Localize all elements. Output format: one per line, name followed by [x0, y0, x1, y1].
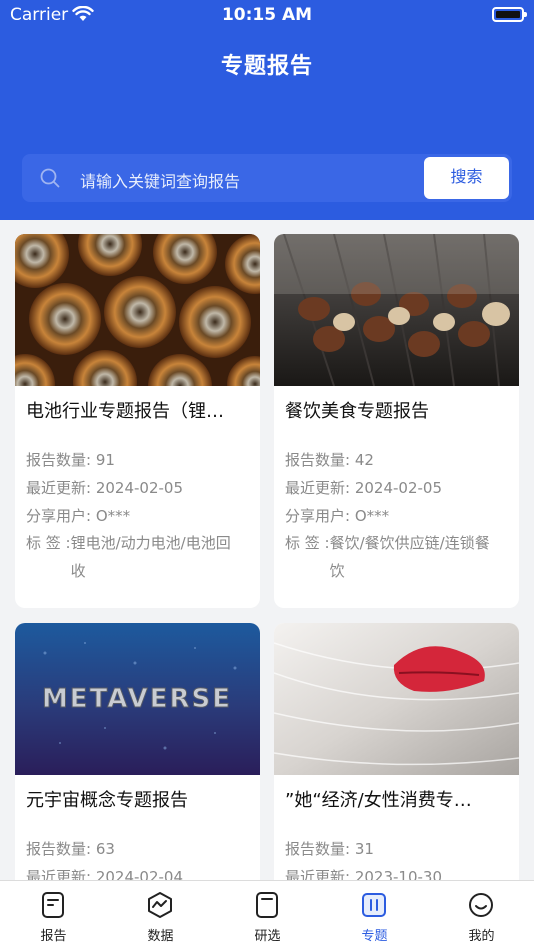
search-bar: 请输入关键词查询报告 搜索	[22, 154, 512, 202]
report-count: 报告数量: 31	[285, 840, 374, 858]
last-updated: 最近更新: 2024-02-05	[285, 479, 442, 497]
batteries-photo	[15, 234, 260, 386]
lips-photo	[274, 623, 519, 775]
topic-card[interactable]: METAVERSE 元宇宙概念专题报告 报告数量: 63 最近更新: 2024-…	[15, 623, 260, 880]
topic-grid: 电池行业专题报告（锂… 报告数量: 91 最近更新: 2024-02-05 分享…	[0, 220, 534, 880]
tags-label: 标 签 :	[26, 534, 71, 552]
header: Carrier 10:15 AM 专题报告 请输入关键词查询报告 搜索	[0, 0, 534, 220]
tab-topic[interactable]: 专题	[321, 881, 428, 950]
card-tags: 标 签 : 餐饮/餐饮供应链/连锁餐饮	[285, 529, 500, 585]
tab-report[interactable]: 报告	[0, 881, 107, 950]
topic-card[interactable]: ”她“经济/女性消费专… 报告数量: 31 最近更新: 2023-10-30	[274, 623, 519, 880]
card-title: 餐饮美食专题报告	[285, 401, 429, 422]
search-input[interactable]	[78, 154, 418, 202]
card-title: ”她“经济/女性消费专…	[285, 790, 472, 811]
clock: 10:15 AM	[221, 5, 313, 25]
skewers-photo	[274, 234, 519, 386]
profile-icon	[469, 893, 493, 917]
report-icon	[42, 892, 64, 918]
last-updated: 最近更新: 2024-02-04	[26, 868, 183, 880]
metaverse-image: METAVERSE	[15, 623, 260, 775]
share-user: 分享用户: O***	[26, 507, 131, 525]
tags-value: 锂电池/动力电池/电池回收	[70, 534, 231, 580]
search-button[interactable]: 搜索	[424, 157, 509, 199]
tab-label: 报告	[40, 929, 67, 944]
tab-label: 研选	[254, 929, 281, 944]
status-bar: Carrier 10:15 AM	[0, 0, 534, 32]
last-updated: 最近更新: 2023-10-30	[285, 868, 442, 880]
tab-bar: 报告 数据 研选 专题 我的	[0, 880, 534, 950]
data-icon	[148, 892, 172, 918]
topic-icon	[362, 893, 386, 917]
battery-icon	[492, 7, 527, 22]
tab-data[interactable]: 数据	[107, 881, 214, 950]
card-title: 元宇宙概念专题报告	[26, 790, 188, 811]
tab-label: 数据	[147, 929, 174, 944]
topic-card[interactable]: 餐饮美食专题报告 报告数量: 42 最近更新: 2024-02-05 分享用户:…	[274, 234, 519, 608]
report-count: 报告数量: 42	[285, 451, 374, 469]
report-count: 报告数量: 63	[26, 840, 115, 858]
search-icon	[40, 168, 60, 188]
last-updated: 最近更新: 2024-02-05	[26, 479, 183, 497]
tab-profile[interactable]: 我的	[428, 881, 534, 950]
tab-label: 专题	[361, 929, 388, 944]
card-tags: 标 签 : 锂电池/动力电池/电池回收	[26, 529, 241, 585]
tags-value: 餐饮/餐饮供应链/连锁餐饮	[329, 534, 490, 580]
tags-label: 标 签 :	[285, 534, 330, 552]
topic-card[interactable]: 电池行业专题报告（锂… 报告数量: 91 最近更新: 2024-02-05 分享…	[15, 234, 260, 608]
page-title: 专题报告	[220, 54, 313, 79]
tab-label: 我的	[468, 929, 495, 944]
metaverse-text: METAVERSE	[42, 684, 232, 714]
tab-research[interactable]: 研选	[214, 881, 321, 950]
report-count: 报告数量: 91	[26, 451, 115, 469]
research-icon	[256, 892, 278, 918]
card-title: 电池行业专题报告（锂…	[26, 401, 224, 422]
share-user: 分享用户: O***	[285, 507, 390, 525]
